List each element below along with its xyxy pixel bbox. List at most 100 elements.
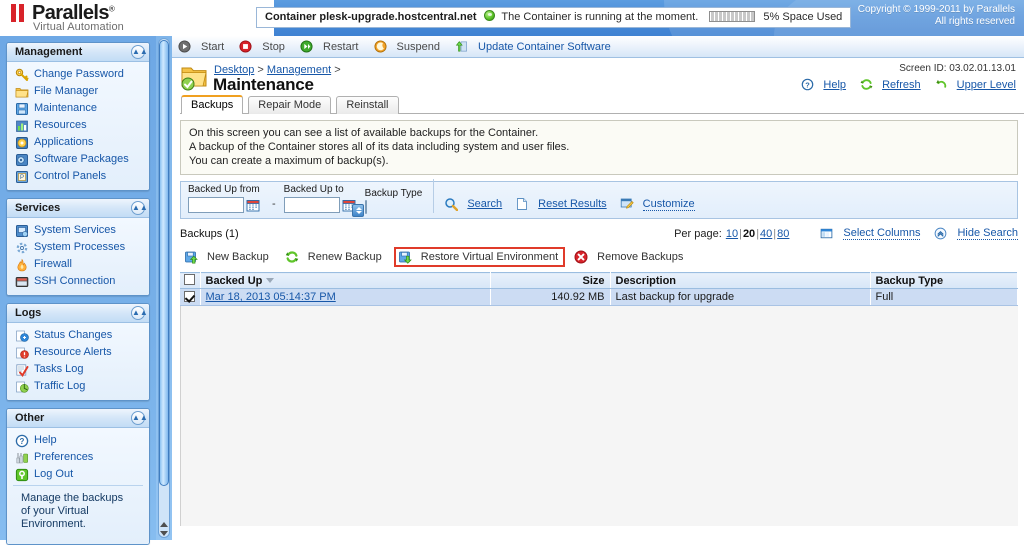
- per-page-10[interactable]: 10: [726, 228, 738, 240]
- brand-trademark: ®: [108, 4, 115, 14]
- hide-search-button[interactable]: Hide Search: [934, 227, 1018, 241]
- backup-type-select-box[interactable]: [364, 200, 367, 214]
- search-label[interactable]: Search: [467, 198, 502, 210]
- sidebar-item-ssh-connection[interactable]: SSH Connection: [7, 273, 149, 290]
- page-tool-links: ? Help Refresh Upper Level: [790, 78, 1016, 95]
- sidebar-item-label: SSH Connection: [34, 275, 116, 287]
- select-columns-label: Select Columns: [843, 227, 921, 240]
- main-content: Start Stop Restart Suspend Update Contai…: [172, 36, 1024, 540]
- sidebar-item-tasks-log[interactable]: Tasks Log: [7, 361, 149, 378]
- page-title: Maintenance: [213, 75, 314, 94]
- row-select-cell[interactable]: [180, 288, 201, 306]
- select-all-header[interactable]: [180, 272, 201, 289]
- collapse-icon[interactable]: ▲▲: [131, 201, 148, 215]
- remove-backups-button[interactable]: Remove Backups: [570, 247, 690, 267]
- select-columns-button[interactable]: Select Columns: [820, 227, 921, 241]
- sidebar-item-help[interactable]: ? Help: [7, 432, 149, 449]
- tab-repair-mode[interactable]: Repair Mode: [248, 96, 332, 114]
- column-backup-type[interactable]: Backup Type: [870, 272, 1018, 289]
- customize-label[interactable]: Customize: [642, 198, 695, 211]
- column-backed-up[interactable]: Backed Up: [200, 272, 491, 289]
- scrollbar-arrows[interactable]: [159, 521, 170, 539]
- brand-subtitle: Virtual Automation: [33, 21, 124, 33]
- restore-virtual-environment-button[interactable]: Restore Virtual Environment: [393, 247, 566, 267]
- search-button[interactable]: Search: [444, 197, 502, 213]
- info-line-2: A backup of the Container stores all of …: [189, 141, 570, 153]
- backed-up-from-input[interactable]: [188, 197, 244, 213]
- per-page-20[interactable]: 20: [743, 228, 755, 240]
- sidebar-item-maintenance[interactable]: Maintenance: [7, 100, 149, 117]
- search-icon: [444, 197, 459, 211]
- backup-date-link[interactable]: Mar 18, 2013 05:14:37 PM: [206, 291, 336, 303]
- reset-results-button[interactable]: Reset Results: [515, 197, 607, 213]
- sidebar-item-label: Software Packages: [34, 153, 129, 165]
- sidebar-item-label: Traffic Log: [34, 380, 86, 392]
- backup-type-select[interactable]: [351, 200, 367, 217]
- sidebar-item-resource-alerts[interactable]: Resource Alerts: [7, 344, 149, 361]
- table-row[interactable]: Mar 18, 2013 05:14:37 PM 140.92 MB Last …: [180, 288, 1018, 306]
- new-backup-button[interactable]: New Backup: [180, 247, 276, 267]
- cell-backed-up[interactable]: Mar 18, 2013 05:14:37 PM: [200, 288, 491, 306]
- collapse-icon[interactable]: ▲▲: [131, 45, 148, 59]
- sidebar-item-status-changes[interactable]: Status Changes: [7, 327, 149, 344]
- sidebar-item-system-processes[interactable]: System Processes: [7, 239, 149, 256]
- tab-reinstall[interactable]: Reinstall: [336, 96, 399, 114]
- stop-label: Stop: [262, 41, 285, 53]
- restore-virtual-environment-label: Restore Virtual Environment: [420, 251, 559, 263]
- sidebar-item-change-password[interactable]: Change Password: [7, 66, 149, 83]
- play-icon: [178, 40, 192, 54]
- restore-icon: [398, 250, 412, 264]
- sidebar-item-firewall[interactable]: Firewall: [7, 256, 149, 273]
- calendar-icon[interactable]: [246, 198, 260, 212]
- upper-level-link-label[interactable]: Upper Level: [957, 79, 1016, 91]
- sidebar-item-applications[interactable]: Applications: [7, 134, 149, 151]
- suspend-button[interactable]: Suspend: [373, 36, 440, 58]
- start-button[interactable]: Start: [178, 36, 224, 58]
- stop-button[interactable]: Stop: [239, 36, 285, 58]
- help-icon: ?: [15, 434, 29, 448]
- upper-level-link[interactable]: Upper Level: [935, 78, 1016, 92]
- column-size[interactable]: Size: [490, 272, 611, 289]
- update-container-software-button[interactable]: Update Container Software: [455, 36, 611, 58]
- per-page-40[interactable]: 40: [760, 228, 772, 240]
- chevron-updown-icon[interactable]: [351, 204, 364, 217]
- sidebar-item-traffic-log[interactable]: Traffic Log: [7, 378, 149, 395]
- sidebar-item-log-out[interactable]: Log Out: [7, 466, 149, 483]
- sidebar-item-resources[interactable]: Resources: [7, 117, 149, 134]
- row-checkbox[interactable]: [184, 290, 196, 302]
- backups-count: Backups (1): [180, 227, 239, 240]
- per-page-80[interactable]: 80: [777, 228, 789, 240]
- backup-actions-toolbar: New Backup Renew Backup Restore Virtual …: [180, 246, 1018, 268]
- backup-type-field: Backup Type: [351, 188, 422, 217]
- start-label: Start: [201, 41, 225, 53]
- sidebar-panel-logs: Logs ▲▲ Status Changes Resource Alerts T…: [6, 303, 150, 401]
- sidebar-item-file-manager[interactable]: File Manager: [7, 83, 149, 100]
- select-all-checkbox[interactable]: [184, 274, 196, 285]
- reset-page-icon: [515, 197, 529, 211]
- scroll-down-icon[interactable]: [160, 531, 168, 536]
- container-action-toolbar: Start Stop Restart Suspend Update Contai…: [172, 36, 1024, 58]
- refresh-link-label[interactable]: Refresh: [882, 79, 921, 91]
- restart-button[interactable]: Restart: [300, 36, 358, 58]
- sidebar-item-preferences[interactable]: Preferences: [7, 449, 149, 466]
- sidebar-scrollbar[interactable]: [156, 36, 172, 540]
- tab-backups[interactable]: Backups: [181, 95, 244, 115]
- help-link-label[interactable]: Help: [823, 79, 846, 91]
- reset-results-label[interactable]: Reset Results: [538, 198, 606, 210]
- refresh-link[interactable]: Refresh: [860, 78, 921, 92]
- sidebar-item-software-packages[interactable]: Software Packages: [7, 151, 149, 168]
- help-link[interactable]: ? Help: [801, 78, 846, 92]
- sidebar-item-label: Help: [34, 434, 57, 446]
- sidebar-item-control-panels[interactable]: P Control Panels: [7, 168, 149, 185]
- scrollbar-thumb[interactable]: [159, 40, 169, 486]
- collapse-icon[interactable]: ▲▲: [131, 306, 148, 320]
- backed-up-to-input[interactable]: [283, 197, 340, 213]
- svg-text:P: P: [20, 175, 24, 181]
- sidebar-item-system-services[interactable]: System Services: [7, 222, 149, 239]
- scroll-up-icon[interactable]: [160, 522, 168, 527]
- renew-backup-button[interactable]: Renew Backup: [281, 247, 389, 267]
- customize-button[interactable]: Customize: [620, 197, 695, 213]
- collapse-icon[interactable]: ▲▲: [131, 411, 148, 425]
- top-header-bar: Parallels® Virtual Automation Container …: [0, 0, 1024, 36]
- column-description[interactable]: Description: [610, 272, 871, 289]
